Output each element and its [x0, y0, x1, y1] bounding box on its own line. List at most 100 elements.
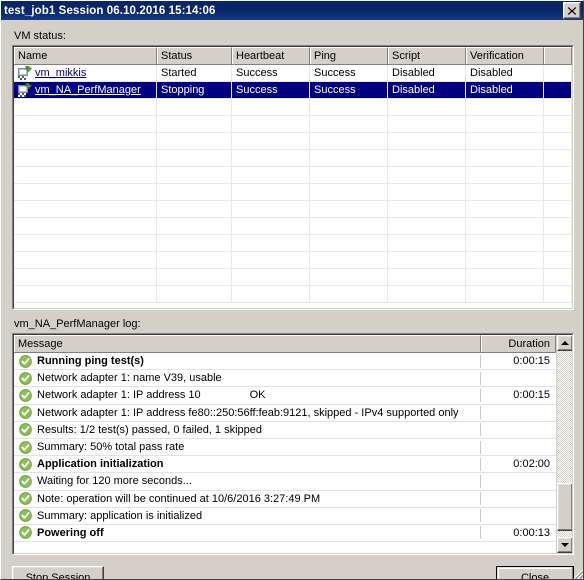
- vm-empty-row: [14, 184, 572, 201]
- log-column-header[interactable]: Duration: [481, 335, 556, 352]
- log-message-text: Network adapter 1: name V39, usable: [37, 372, 222, 385]
- vm-status-label: VM status:: [14, 30, 66, 42]
- vm-row-filler: [544, 82, 572, 98]
- vm-empty-cell: [388, 133, 466, 149]
- vm-empty-cell: [157, 286, 232, 302]
- vm-empty-cell: [157, 99, 232, 115]
- vm-empty-cell: [310, 235, 388, 251]
- success-check-icon: [19, 526, 32, 540]
- close-icon[interactable]: [563, 2, 581, 19]
- vm-row-filler: [544, 65, 572, 81]
- log-list[interactable]: Message Duration Running ping test(s) 0:00…: [12, 333, 574, 555]
- vm-empty-cell: [388, 286, 466, 302]
- vm-empty-cell: [310, 150, 388, 166]
- log-row[interactable]: Network adapter 1: IP address 10 OK 0:00:…: [14, 387, 556, 405]
- vm-empty-cell: [466, 201, 544, 217]
- window-title: test_job1 Session 06.10.2016 15:14:06: [4, 4, 216, 17]
- vm-column-header[interactable]: Status: [157, 47, 232, 64]
- vm-empty-cell: [310, 201, 388, 217]
- log-row[interactable]: Application initialization 0:02:00: [14, 456, 556, 474]
- vm-empty-cell: [232, 116, 310, 132]
- vm-status-header-row: Name Status Heartbeat Ping Script Verificatio…: [14, 47, 572, 65]
- vm-verification-cell: Disabled: [466, 82, 544, 98]
- log-message-text: Waiting for 120 more seconds...: [37, 475, 192, 488]
- log-message-cell: Network adapter 1: IP address 10 OK: [14, 388, 481, 402]
- vm-empty-cell: [466, 235, 544, 251]
- scroll-down-button[interactable]: [557, 537, 572, 553]
- log-row[interactable]: Summary: application is initialized: [14, 508, 556, 525]
- vm-empty-row: [14, 269, 572, 286]
- vm-column-header[interactable]: Ping: [310, 47, 388, 64]
- stop-session-button[interactable]: Stop Session: [12, 566, 104, 579]
- vm-column-header[interactable]: Name: [14, 47, 157, 64]
- log-row[interactable]: Powering off 0:00:13: [14, 525, 556, 543]
- close-x-glyph: [568, 6, 576, 15]
- log-row[interactable]: Summary: 50% total pass rate: [14, 439, 556, 457]
- vm-empty-cell: [157, 252, 232, 268]
- vm-column-header[interactable]: Verification: [466, 47, 544, 64]
- log-vertical-scrollbar[interactable]: [556, 335, 572, 553]
- vm-empty-cell: [466, 184, 544, 200]
- log-message-cell: Powering off: [14, 526, 481, 540]
- vm-empty-cell: [388, 150, 466, 166]
- vm-empty-cell: [310, 167, 388, 183]
- resize-grip-icon[interactable]: [570, 566, 584, 580]
- log-duration-cell: 0:00:13: [513, 526, 550, 539]
- log-row[interactable]: Network adapter 1: IP address fe80::250:…: [14, 405, 556, 422]
- vm-empty-cell: [466, 269, 544, 285]
- close-button[interactable]: Close: [496, 566, 574, 579]
- log-message-text: Running ping test(s): [37, 355, 144, 368]
- vm-empty-cell: [466, 116, 544, 132]
- vm-empty-cell: [310, 218, 388, 234]
- vm-empty-cell: [14, 286, 157, 302]
- log-column-header[interactable]: Message: [14, 335, 481, 352]
- vm-empty-row: [14, 286, 572, 303]
- vm-name-link[interactable]: vm_mikkis: [35, 67, 86, 79]
- vm-empty-cell: [310, 184, 388, 200]
- scrollbar-thumb[interactable]: [557, 483, 572, 531]
- log-message-cell: Note: operation will be continued at 10/…: [14, 492, 481, 506]
- vm-name-link[interactable]: vm_NA_PerfManager: [35, 84, 141, 96]
- vm-empty-cell: [544, 218, 572, 234]
- virtual-machine-icon: [18, 66, 32, 80]
- log-row[interactable]: Network adapter 1: name V39, usable: [14, 370, 556, 388]
- success-check-icon: [19, 475, 32, 488]
- vm-column-header[interactable]: Heartbeat: [232, 47, 310, 64]
- log-row[interactable]: Results: 1/2 test(s) passed, 0 failed, 1…: [14, 422, 556, 439]
- vm-empty-cell: [466, 150, 544, 166]
- vm-empty-cell: [544, 167, 572, 183]
- vm-empty-cell: [157, 184, 232, 200]
- vm-empty-cell: [544, 235, 572, 251]
- vm-empty-cell: [310, 252, 388, 268]
- vm-empty-cell: [232, 184, 310, 200]
- log-label: vm_NA_PerfManager log:: [14, 318, 141, 330]
- log-message-cell: Results: 1/2 test(s) passed, 0 failed, 1…: [14, 423, 481, 437]
- vm-column-header[interactable]: Script: [388, 47, 466, 64]
- vm-empty-cell: [466, 286, 544, 302]
- log-row[interactable]: Waiting for 120 more seconds...: [14, 473, 556, 491]
- vm-status-row[interactable]: vm_mikkis Started Success Success Disabled Di…: [14, 65, 572, 82]
- vm-empty-row: [14, 99, 572, 116]
- vm-empty-cell: [232, 252, 310, 268]
- success-check-icon: [19, 389, 32, 402]
- log-message-text: Network adapter 1: IP address 10 OK: [37, 389, 266, 402]
- vm-empty-cell: [388, 201, 466, 217]
- vm-empty-cell: [544, 252, 572, 268]
- log-row[interactable]: Running ping test(s) 0:00:15: [14, 353, 556, 371]
- scroll-up-button[interactable]: [557, 335, 572, 351]
- vm-empty-cell: [14, 235, 157, 251]
- vm-empty-cell: [157, 218, 232, 234]
- log-row[interactable]: Note: operation will be continued at 10/…: [14, 491, 556, 508]
- vm-empty-cell: [14, 252, 157, 268]
- chevron-up-icon: [561, 341, 569, 345]
- vm-heartbeat-cell: Success: [232, 82, 310, 98]
- log-message-cell: Network adapter 1: name V39, usable: [14, 371, 481, 385]
- vm-status-cell: Started: [157, 65, 232, 81]
- vm-status-list[interactable]: Name Status Heartbeat Ping Script Verificatio…: [12, 45, 574, 310]
- vm-status-row[interactable]: vm_NA_PerfManager Stopping Success Success D…: [14, 82, 572, 99]
- vm-empty-cell: [544, 286, 572, 302]
- vm-empty-cell: [157, 133, 232, 149]
- vm-empty-cell: [466, 99, 544, 115]
- vm-empty-cell: [310, 269, 388, 285]
- vm-empty-row: [14, 252, 572, 269]
